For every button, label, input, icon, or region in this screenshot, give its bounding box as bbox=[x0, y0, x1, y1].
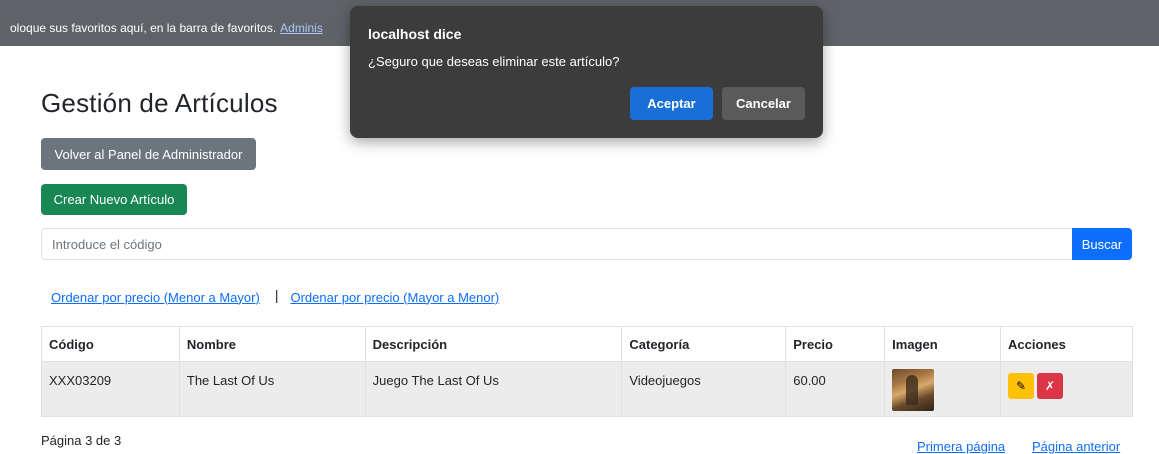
back-to-admin-panel-button[interactable]: Volver al Panel de Administrador bbox=[41, 138, 256, 170]
delete-button[interactable]: ✗ bbox=[1037, 373, 1064, 399]
table-row: XXX03209 The Last Of Us Juego The Last O… bbox=[41, 361, 1133, 417]
header-codigo: Código bbox=[41, 326, 180, 362]
cell-descripcion: Juego The Last Of Us bbox=[364, 361, 623, 417]
product-thumbnail bbox=[892, 369, 935, 411]
cell-codigo: XXX03209 bbox=[41, 361, 180, 417]
cell-imagen bbox=[884, 361, 1002, 417]
page-title: Gestión de Artículos bbox=[41, 88, 278, 118]
bookmarks-bar-hint: oloque sus favoritos aquí, en la barra d… bbox=[10, 21, 323, 35]
bookmarks-manage-link[interactable]: Adminis bbox=[280, 21, 323, 35]
sort-links: Ordenar por precio (Menor a Mayor) | Ord… bbox=[51, 287, 499, 305]
create-article-button[interactable]: Crear Nuevo Artículo bbox=[41, 184, 187, 215]
sort-price-asc-link[interactable]: Ordenar por precio (Menor a Mayor) bbox=[51, 290, 260, 305]
sort-price-desc-link[interactable]: Ordenar por precio (Mayor a Menor) bbox=[290, 290, 499, 305]
edit-button[interactable]: ✎ bbox=[1008, 373, 1035, 399]
accept-button[interactable]: Aceptar bbox=[630, 87, 713, 120]
cell-acciones: ✎ ✗ bbox=[1000, 361, 1133, 417]
previous-page-link[interactable]: Página anterior bbox=[1032, 439, 1120, 454]
pagination-info: Página 3 de 3 bbox=[41, 433, 122, 448]
table-header-row: Código Nombre Descripción Categoría Prec… bbox=[41, 326, 1133, 362]
cell-nombre: The Last Of Us bbox=[178, 361, 366, 417]
first-page-link[interactable]: Primera página bbox=[917, 439, 1005, 454]
cell-precio: 60.00 bbox=[785, 361, 886, 417]
pencil-icon: ✎ bbox=[1016, 379, 1027, 393]
bookmarks-bar-text: oloque sus favoritos aquí, en la barra d… bbox=[10, 21, 277, 35]
dialog-message: ¿Seguro que deseas eliminar este artícul… bbox=[368, 54, 620, 69]
search-input[interactable] bbox=[41, 228, 1072, 260]
header-nombre: Nombre bbox=[178, 326, 366, 362]
articles-table: Código Nombre Descripción Categoría Prec… bbox=[41, 326, 1133, 417]
header-descripcion: Descripción bbox=[364, 326, 623, 362]
dialog-title: localhost dice bbox=[368, 26, 462, 42]
header-acciones: Acciones bbox=[1000, 326, 1133, 362]
close-icon: ✗ bbox=[1045, 379, 1056, 393]
search-button[interactable]: Buscar bbox=[1072, 228, 1132, 260]
header-precio: Precio bbox=[785, 326, 886, 362]
header-imagen: Imagen bbox=[884, 326, 1002, 362]
header-categoria: Categoría bbox=[621, 326, 787, 362]
confirm-dialog: localhost dice ¿Seguro que deseas elimin… bbox=[350, 6, 823, 138]
cancel-button[interactable]: Cancelar bbox=[722, 87, 805, 120]
sort-separator: | bbox=[274, 287, 279, 303]
cell-categoria: Videojuegos bbox=[621, 361, 787, 417]
